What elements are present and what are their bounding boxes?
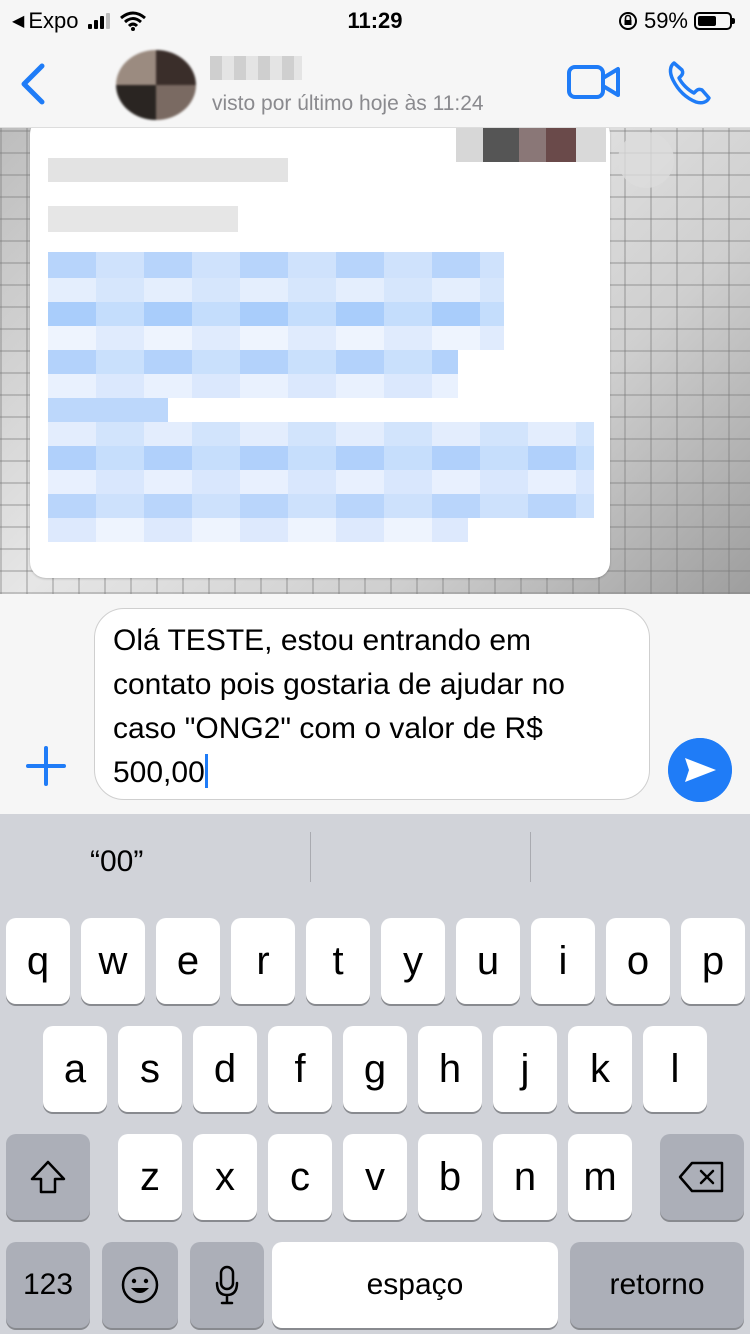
emoji-icon[interactable] — [102, 1242, 178, 1328]
redacted-text — [48, 158, 288, 182]
battery-fill — [698, 16, 716, 26]
key-x[interactable]: x — [193, 1134, 257, 1220]
redacted-link — [48, 350, 458, 374]
redacted-link — [48, 326, 504, 350]
message-input[interactable]: Olá TESTE, estou entrando em contato poi… — [94, 608, 650, 800]
chat-header: visto por último hoje às 11:24 — [0, 40, 750, 128]
dictation-mic-icon — [215, 1265, 239, 1305]
redacted-link — [48, 470, 594, 494]
key-e[interactable]: e — [156, 918, 220, 1004]
key-z[interactable]: z — [118, 1134, 182, 1220]
key-u[interactable]: u — [456, 918, 520, 1004]
send-icon[interactable] — [668, 738, 732, 802]
key-r[interactable]: r — [231, 918, 295, 1004]
redacted-link — [48, 398, 168, 422]
redacted-link — [48, 302, 504, 326]
key-m[interactable]: m — [568, 1134, 632, 1220]
key-n[interactable]: n — [493, 1134, 557, 1220]
suggestion-1[interactable]: “00” — [0, 814, 310, 910]
predictive-bar: “00” — [0, 814, 750, 910]
key-l[interactable]: l — [643, 1026, 707, 1112]
video-camera-icon[interactable] — [566, 62, 622, 102]
smiley-icon — [121, 1266, 159, 1304]
redacted-link — [48, 518, 468, 542]
key-a[interactable]: a — [43, 1026, 107, 1112]
key-v[interactable]: v — [343, 1134, 407, 1220]
suggestion-3[interactable] — [530, 814, 750, 910]
chat-background — [0, 128, 750, 594]
contact-avatar[interactable] — [116, 50, 196, 120]
redacted-image — [456, 128, 606, 162]
rotation-lock-icon — [618, 12, 637, 30]
key-p[interactable]: p — [681, 918, 745, 1004]
redacted-text — [48, 206, 238, 232]
key-b[interactable]: b — [418, 1134, 482, 1220]
contact-name-redacted[interactable] — [210, 56, 302, 80]
key-y[interactable]: y — [381, 918, 445, 1004]
message-input-text: Olá TESTE, estou entrando em contato poi… — [113, 624, 565, 789]
battery-percent: 59% — [643, 8, 688, 33]
redacted-link — [48, 494, 594, 518]
key-h[interactable]: h — [418, 1026, 482, 1112]
shift-arrow-icon — [30, 1160, 66, 1194]
key-d[interactable]: d — [193, 1026, 257, 1112]
key-o[interactable]: o — [606, 918, 670, 1004]
key-g[interactable]: g — [343, 1026, 407, 1112]
key-w[interactable]: w — [81, 918, 145, 1004]
phone-icon[interactable] — [664, 58, 714, 108]
redacted-link — [48, 252, 504, 278]
message-bubble-redacted[interactable] — [30, 128, 610, 578]
key-c[interactable]: c — [268, 1134, 332, 1220]
delete-icon — [678, 1161, 724, 1193]
status-right: 59% — [618, 8, 735, 34]
last-seen-status: visto por último hoje às 11:24 — [212, 92, 484, 115]
redacted-link — [48, 278, 504, 302]
keyboard: “00” q w e r t y u i o p a s d f g h j k l z x c v b n m 123 espaço… — [0, 814, 750, 1334]
space-key[interactable]: espaço — [272, 1242, 558, 1328]
key-i[interactable]: i — [531, 918, 595, 1004]
key-t[interactable]: t — [306, 918, 370, 1004]
backspace-icon[interactable] — [660, 1134, 744, 1220]
key-j[interactable]: j — [493, 1026, 557, 1112]
key-s[interactable]: s — [118, 1026, 182, 1112]
key-f[interactable]: f — [268, 1026, 332, 1112]
battery-icon — [694, 12, 735, 30]
forward-icon[interactable] — [618, 132, 674, 188]
composer-bar: Olá TESTE, estou entrando em contato poi… — [0, 594, 750, 814]
return-key[interactable]: retorno — [570, 1242, 744, 1328]
plus-icon[interactable] — [24, 744, 68, 788]
numbers-key[interactable]: 123 — [6, 1242, 90, 1328]
microphone-icon[interactable] — [190, 1242, 264, 1328]
redacted-link — [48, 422, 594, 446]
key-k[interactable]: k — [568, 1026, 632, 1112]
back-chevron-icon[interactable] — [14, 60, 54, 108]
key-q[interactable]: q — [6, 918, 70, 1004]
redacted-link — [48, 374, 458, 398]
shift-icon[interactable] — [6, 1134, 90, 1220]
text-caret — [204, 754, 208, 788]
redacted-link — [48, 446, 594, 470]
suggestion-2[interactable] — [310, 814, 530, 910]
status-bar: ◀ Expo 11:29 59% — [0, 0, 750, 40]
